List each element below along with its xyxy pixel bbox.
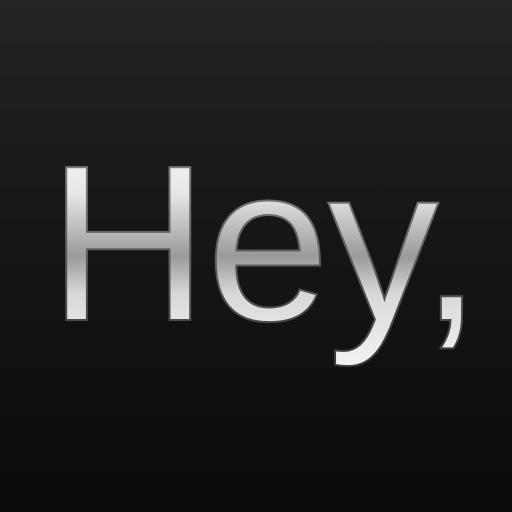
greeting-graphic: Hey, (47, 119, 483, 369)
greeting-text: Hey, (48, 120, 480, 368)
app-icon: Hey, (0, 0, 512, 512)
greeting-wrap: Hey, (0, 0, 512, 512)
